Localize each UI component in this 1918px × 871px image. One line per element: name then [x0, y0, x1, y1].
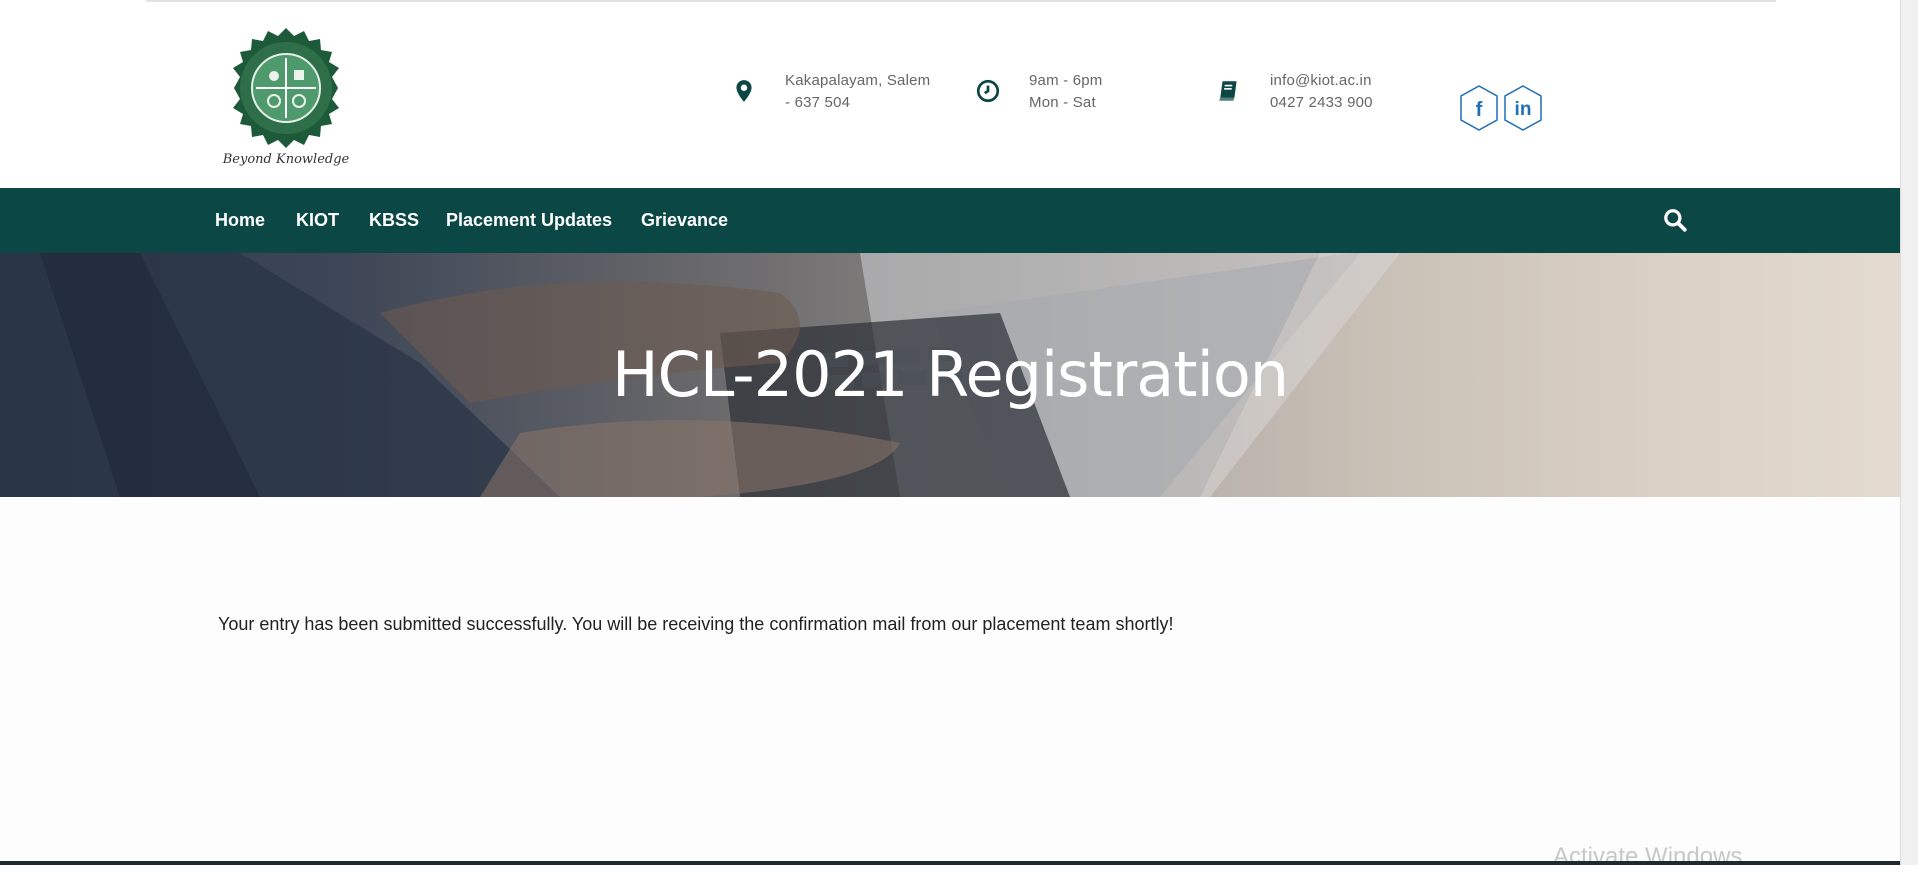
social-links: f in: [1458, 84, 1544, 132]
logo-tagline: Beyond Knowledge: [222, 152, 350, 167]
svg-text:f: f: [1476, 99, 1483, 121]
nav-item-placement-updates[interactable]: Placement Updates: [446, 188, 612, 253]
facebook-icon: f: [1460, 85, 1498, 131]
clock-icon: [976, 79, 1000, 103]
location-line-1: Kakapalayam, Salem: [785, 72, 931, 89]
hours-info: 9am - 6pm Mon - Sat: [975, 70, 1103, 114]
linkedin-link[interactable]: in: [1502, 84, 1544, 132]
nav-item-grievance[interactable]: Grievance: [641, 188, 728, 253]
site-header: Beyond Knowledge Kakapalayam, Salem - 63…: [0, 8, 1900, 188]
book-icon: [1219, 81, 1237, 101]
vertical-scrollbar[interactable]: [1900, 0, 1918, 865]
location-info: Kakapalayam, Salem - 637 504: [731, 70, 930, 114]
top-divider: [146, 0, 1776, 2]
svg-text:in: in: [1515, 99, 1532, 120]
page-footer-edge: [0, 861, 1900, 865]
facebook-link[interactable]: f: [1458, 84, 1500, 132]
contact-info: info@kiot.ac.in 0427 2433 900: [1216, 70, 1373, 114]
location-line-2: - 637 504: [785, 94, 851, 111]
logo-seal-icon: [233, 28, 339, 148]
main-navbar: Home KIOT KBSS Placement Updates Grievan…: [0, 188, 1900, 253]
hours-line-1: 9am - 6pm: [1029, 72, 1103, 89]
college-logo[interactable]: Beyond Knowledge: [221, 26, 351, 178]
contact-phone: 0427 2433 900: [1270, 94, 1373, 111]
page-title: HCL-2021 Registration: [611, 338, 1289, 411]
nav-item-home[interactable]: Home: [215, 188, 265, 253]
main-content: Your entry has been submitted successful…: [0, 497, 1900, 861]
map-marker-icon: [736, 80, 752, 102]
page-banner: HCL-2021 Registration: [0, 253, 1900, 497]
activate-windows-watermark: Activate Windows: [1553, 843, 1743, 870]
linkedin-icon: in: [1504, 85, 1542, 131]
search-icon: [1664, 209, 1687, 232]
contact-email[interactable]: info@kiot.ac.in: [1270, 70, 1373, 92]
nav-item-kbss[interactable]: KBSS: [369, 188, 419, 253]
hours-line-2: Mon - Sat: [1029, 94, 1096, 111]
nav-item-kiot[interactable]: KIOT: [296, 188, 339, 253]
search-button[interactable]: [1662, 207, 1688, 233]
submission-success-message: Your entry has been submitted successful…: [218, 614, 1174, 634]
